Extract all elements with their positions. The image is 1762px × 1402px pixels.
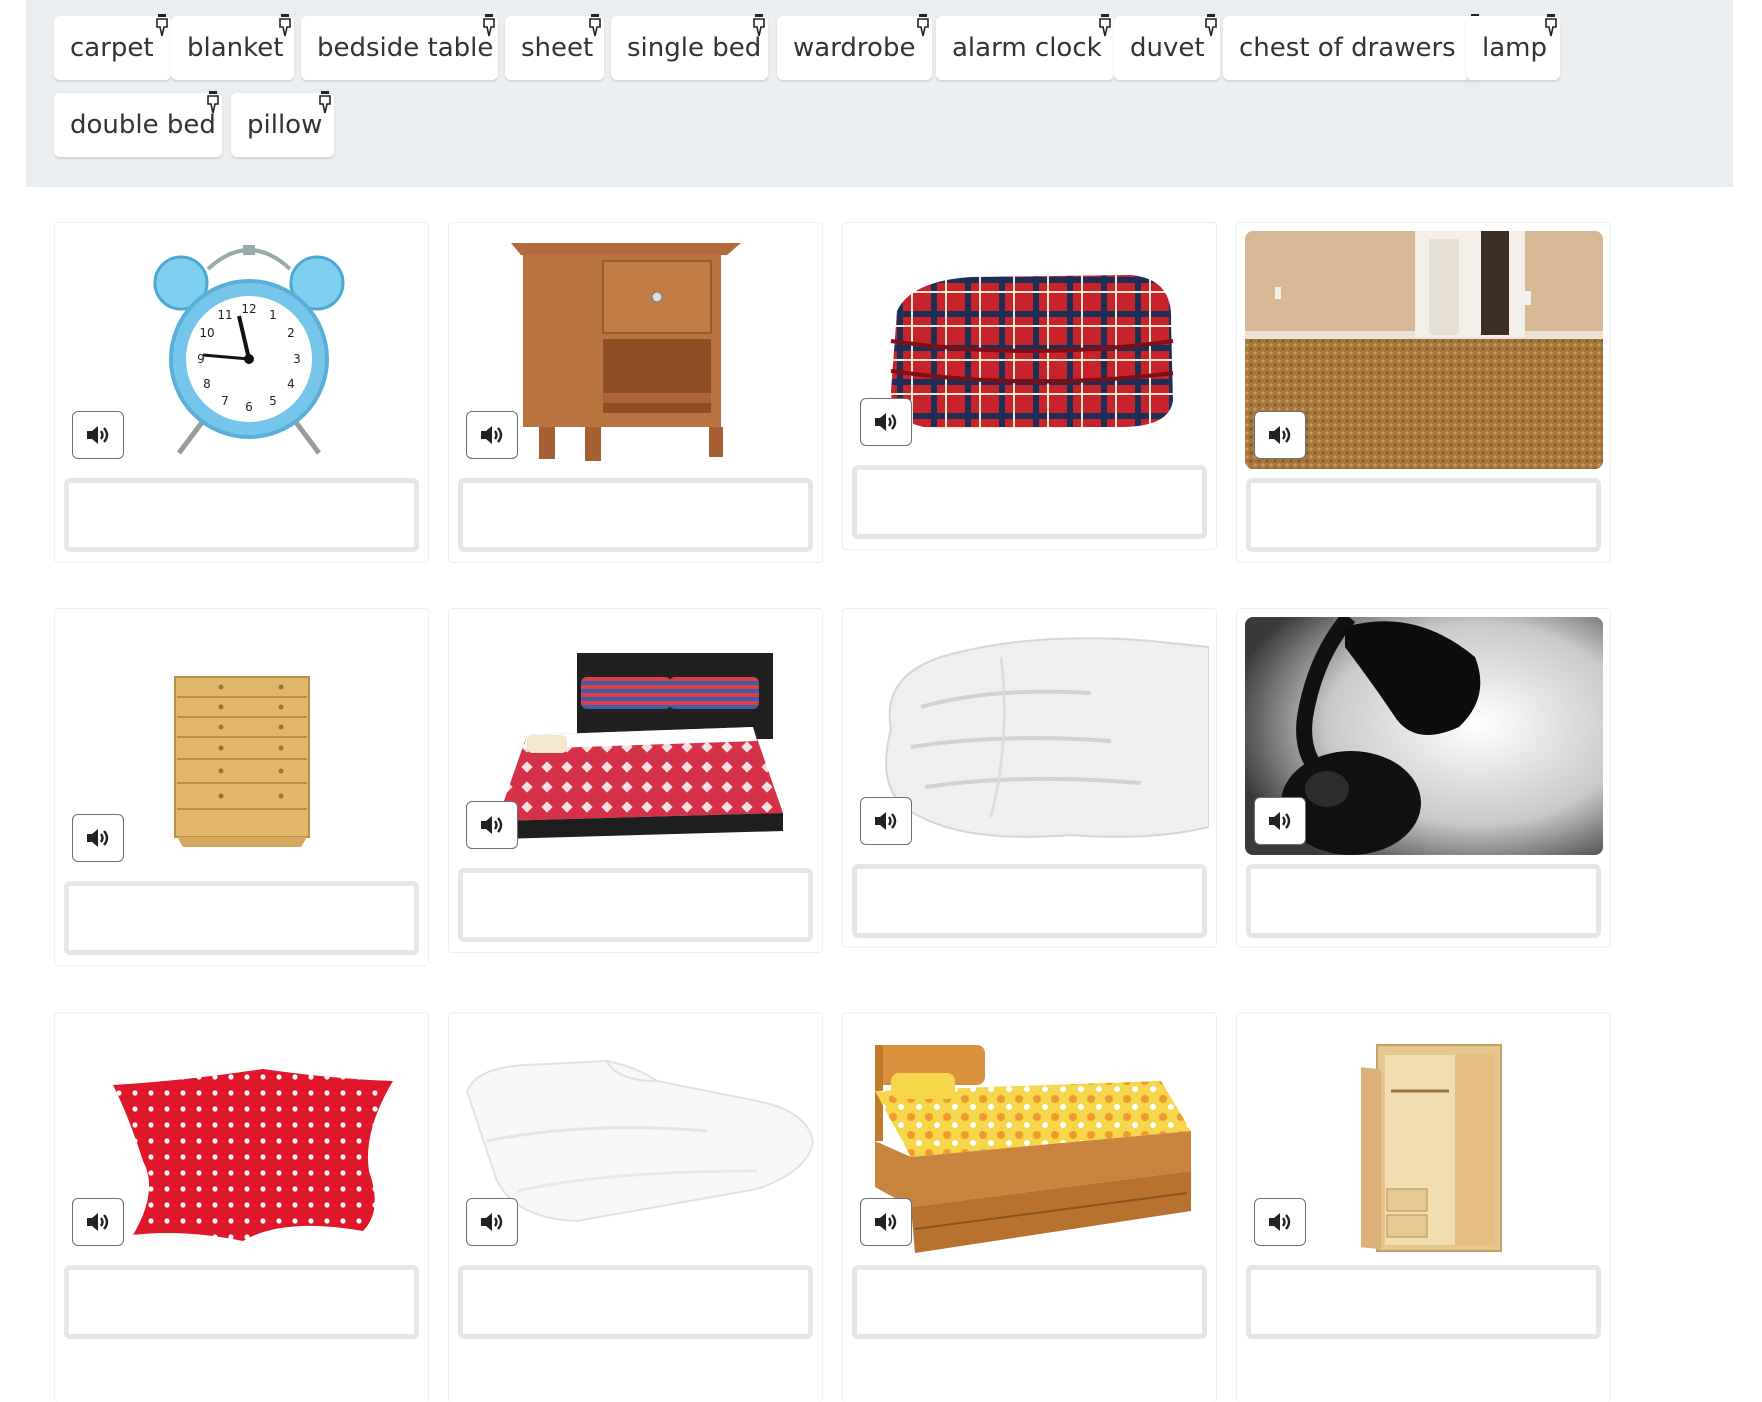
chip-label: pillow xyxy=(247,110,323,140)
speaker-icon xyxy=(1269,426,1291,444)
chip-label: single bed xyxy=(627,33,762,63)
drag-pin-icon xyxy=(319,91,331,114)
picture-card-blanket xyxy=(842,222,1217,550)
clock-numeral: 5 xyxy=(269,394,277,408)
word-chip-pillow[interactable]: pillow xyxy=(231,91,334,157)
audio-button[interactable] xyxy=(860,1198,912,1246)
chip-label: carpet xyxy=(70,33,154,63)
word-chip-carpet[interactable]: carpet xyxy=(54,14,171,80)
picture-card-bedside-table xyxy=(448,222,823,563)
answer-drop-zone[interactable] xyxy=(64,881,419,955)
word-bank: carpet blanket bedside table sheet singl… xyxy=(26,0,1733,187)
audio-button[interactable] xyxy=(72,411,124,459)
audio-button[interactable] xyxy=(1254,1198,1306,1246)
picture-card-wardrobe xyxy=(1236,1012,1611,1402)
clock-numeral: 7 xyxy=(221,394,229,408)
word-chip-bedside-table[interactable]: bedside table xyxy=(301,14,498,80)
word-chip-blanket[interactable]: blanket xyxy=(171,14,294,80)
clock-numeral: 8 xyxy=(203,377,211,391)
speaker-icon xyxy=(87,829,109,847)
drag-pin-icon xyxy=(1099,14,1111,37)
speaker-icon xyxy=(875,1213,897,1231)
answer-drop-zone[interactable] xyxy=(64,1265,419,1339)
audio-button[interactable] xyxy=(72,1198,124,1246)
word-chip-duvet[interactable]: duvet xyxy=(1114,14,1220,80)
clock-numeral: 2 xyxy=(287,326,295,340)
drag-pin-icon xyxy=(207,91,219,114)
picture-card-carpet xyxy=(1236,222,1611,563)
word-chip-sheet[interactable]: sheet xyxy=(505,14,604,80)
answer-drop-zone[interactable] xyxy=(458,868,813,942)
chip-label: lamp xyxy=(1482,33,1547,63)
clock-numeral: 6 xyxy=(245,400,253,414)
chip-label: sheet xyxy=(521,33,594,63)
speaker-icon xyxy=(87,1213,109,1231)
answer-drop-zone[interactable] xyxy=(1246,864,1601,938)
word-chip-alarm-clock[interactable]: alarm clock xyxy=(936,14,1114,80)
picture-card-chest-of-drawers xyxy=(54,608,429,966)
picture-card-alarm-clock: 12 1 2 3 4 5 6 7 8 9 10 11 xyxy=(54,222,429,563)
chip-label: chest of drawers xyxy=(1239,33,1456,63)
clock-numeral: 4 xyxy=(287,377,295,391)
audio-button[interactable] xyxy=(860,797,912,845)
speaker-icon xyxy=(87,426,109,444)
clock-numeral: 1 xyxy=(269,308,277,322)
answer-drop-zone[interactable] xyxy=(64,478,419,552)
answer-drop-zone[interactable] xyxy=(852,465,1207,539)
speaker-icon xyxy=(875,413,897,431)
chip-label: alarm clock xyxy=(952,33,1102,63)
clock-numeral: 3 xyxy=(293,352,301,366)
drag-pin-icon xyxy=(483,14,495,37)
picture-card-pillow xyxy=(54,1012,429,1402)
picture-card-sheet xyxy=(448,1012,823,1402)
drag-pin-icon xyxy=(156,14,168,37)
drag-pin-icon xyxy=(279,14,291,37)
audio-button[interactable] xyxy=(72,814,124,862)
drag-pin-icon xyxy=(753,14,765,37)
picture-card-lamp xyxy=(1236,608,1611,948)
speaker-icon xyxy=(1269,812,1291,830)
word-chip-wardrobe[interactable]: wardrobe xyxy=(777,14,932,80)
drag-pin-icon xyxy=(1545,14,1557,37)
word-chip-chest-of-drawers[interactable]: chest of drawers xyxy=(1223,14,1484,80)
clock-numeral: 12 xyxy=(241,302,256,316)
audio-button[interactable] xyxy=(466,411,518,459)
audio-button[interactable] xyxy=(1254,797,1306,845)
speaker-icon xyxy=(1269,1213,1291,1231)
answer-drop-zone[interactable] xyxy=(458,478,813,552)
chip-label: bedside table xyxy=(317,33,494,63)
clock-numeral: 11 xyxy=(217,308,232,322)
word-chip-double-bed[interactable]: double bed xyxy=(54,91,222,157)
drag-pin-icon xyxy=(589,14,601,37)
answer-drop-zone[interactable] xyxy=(458,1265,813,1339)
audio-button[interactable] xyxy=(466,801,518,849)
picture-card-double-bed xyxy=(448,608,823,953)
chip-label: double bed xyxy=(70,110,216,140)
picture-card-duvet xyxy=(842,608,1217,948)
chip-label: wardrobe xyxy=(793,33,916,63)
word-chip-single-bed[interactable]: single bed xyxy=(611,14,768,80)
answer-drop-zone[interactable] xyxy=(852,864,1207,938)
audio-button[interactable] xyxy=(1254,411,1306,459)
speaker-icon xyxy=(875,812,897,830)
drag-pin-icon xyxy=(917,14,929,37)
answer-drop-zone[interactable] xyxy=(1246,478,1601,552)
chip-label: duvet xyxy=(1130,33,1205,63)
audio-button[interactable] xyxy=(860,398,912,446)
picture-card-single-bed xyxy=(842,1012,1217,1402)
word-chip-lamp[interactable]: lamp xyxy=(1466,14,1560,80)
answer-drop-zone[interactable] xyxy=(852,1265,1207,1339)
drag-pin-icon xyxy=(1205,14,1217,37)
speaker-icon xyxy=(481,1213,503,1231)
chip-label: blanket xyxy=(187,33,284,63)
audio-button[interactable] xyxy=(466,1198,518,1246)
speaker-icon xyxy=(481,426,503,444)
answer-drop-zone[interactable] xyxy=(1246,1265,1601,1339)
clock-numeral: 10 xyxy=(199,326,214,340)
speaker-icon xyxy=(481,816,503,834)
